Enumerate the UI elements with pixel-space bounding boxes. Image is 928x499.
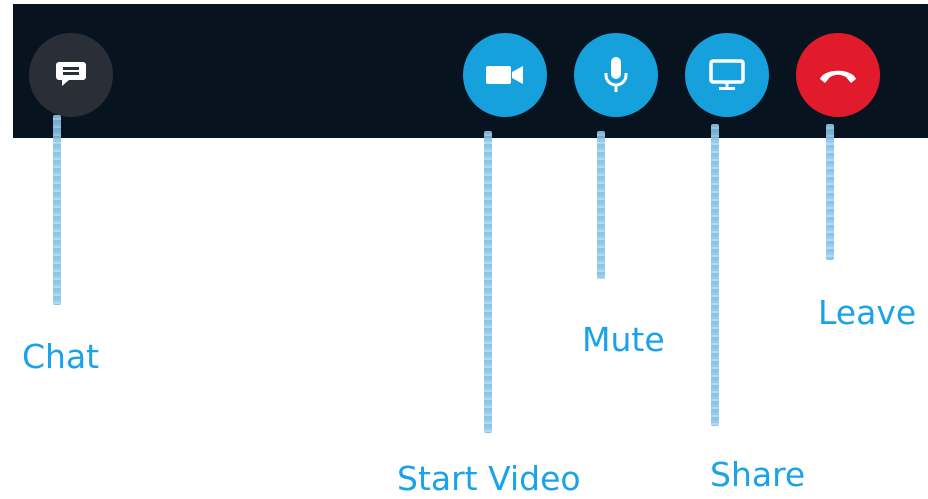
monitor-share-icon [709, 59, 745, 90]
hang-up-phone-icon [820, 70, 856, 83]
start-video-label: Start Video [397, 459, 581, 498]
mute-label: Mute [582, 320, 665, 359]
video-camera-icon [486, 66, 523, 84]
share-label: Share [710, 455, 806, 494]
call-toolbar [13, 4, 928, 138]
chat-button[interactable] [29, 33, 113, 117]
mute-button[interactable] [574, 33, 658, 117]
leave-pointer-line [826, 124, 834, 260]
chat-bubble-icon [56, 62, 86, 86]
start-video-button[interactable] [463, 33, 547, 117]
leave-label: Leave [818, 293, 917, 332]
start-video-pointer-line [484, 131, 492, 433]
chat-pointer-line [53, 115, 61, 305]
share-button[interactable] [685, 33, 769, 117]
share-pointer-line [711, 124, 719, 426]
chat-label: Chat [22, 337, 100, 376]
leave-button[interactable] [796, 33, 880, 117]
microphone-icon [604, 57, 628, 92]
mute-pointer-line [597, 131, 605, 279]
